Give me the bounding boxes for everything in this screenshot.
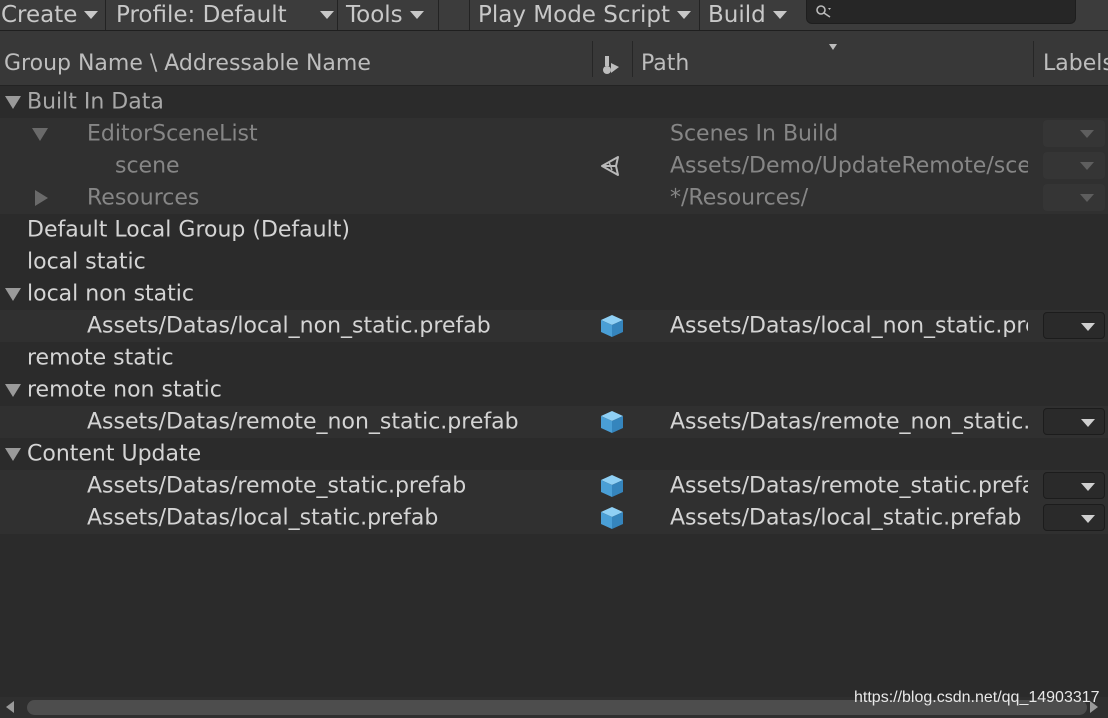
entry-row-remote-non-static-prefab[interactable]: Assets/Datas/remote_non_static.prefab As… <box>0 406 1108 438</box>
play-mode-label: Play Mode Script <box>478 2 670 28</box>
profile-dropdown[interactable]: Profile: Default <box>105 0 337 30</box>
scroll-left-arrow-icon[interactable] <box>6 701 14 713</box>
labels-dropdown[interactable] <box>1043 312 1105 339</box>
chevron-down-icon <box>772 11 787 19</box>
entry-row-editor-scene-list[interactable]: EditorSceneList Scenes In Build <box>0 118 1108 150</box>
entry-name: Assets/Datas/local_static.prefab <box>87 505 439 531</box>
toolbar-spacer <box>438 0 469 30</box>
group-row-local-non-static[interactable]: local non static <box>0 278 1108 310</box>
profile-label: Profile: Default <box>116 2 287 28</box>
column-divider[interactable] <box>1033 41 1034 77</box>
entry-path: Assets/Demo/UpdateRemote/scene.unity <box>670 153 1028 179</box>
chevron-down-icon <box>1081 515 1095 523</box>
create-label: Create <box>1 2 78 28</box>
chevron-down-icon <box>1080 162 1094 170</box>
toolbar: Create Profile: Default Tools Play Mode … <box>0 0 1108 31</box>
create-menu-button[interactable]: Create <box>0 0 104 30</box>
expand-arrow-icon[interactable] <box>5 448 21 461</box>
column-group-name[interactable]: Group Name \ Addressable Name <box>4 51 371 76</box>
column-path[interactable]: Path <box>641 51 689 76</box>
search-icon <box>816 5 831 18</box>
tools-menu-button[interactable]: Tools <box>337 0 438 30</box>
entry-name: scene <box>115 153 180 179</box>
prefab-cube-icon <box>601 411 623 433</box>
entry-name: Assets/Datas/remote_static.prefab <box>87 473 467 499</box>
labels-dropdown <box>1043 152 1105 179</box>
entry-name: Assets/Datas/local_non_static.prefab <box>87 313 491 339</box>
labels-dropdown <box>1043 184 1105 211</box>
group-row-content-update[interactable]: Content Update <box>0 438 1108 470</box>
labels-dropdown[interactable] <box>1043 408 1105 435</box>
group-name: Content Update <box>27 441 202 467</box>
group-row-remote-static[interactable]: remote static <box>0 342 1108 374</box>
column-divider[interactable] <box>592 41 593 77</box>
entry-row-remote-static-prefab[interactable]: Assets/Datas/remote_static.prefab Assets… <box>0 470 1108 502</box>
chevron-down-icon <box>676 11 691 19</box>
build-menu-button[interactable]: Build <box>699 0 795 30</box>
group-name: remote static <box>27 345 174 371</box>
chevron-down-icon <box>1080 194 1094 202</box>
search-field[interactable] <box>806 0 1076 24</box>
group-row-default-local-group[interactable]: Default Local Group (Default) <box>0 214 1108 246</box>
entry-row-scene[interactable]: scene Assets/Demo/UpdateRemote/scene.uni… <box>0 150 1108 182</box>
group-name: local non static <box>27 281 194 307</box>
search-input[interactable] <box>841 0 1075 24</box>
entry-row-local-non-static-prefab[interactable]: Assets/Datas/local_non_static.prefab Ass… <box>0 310 1108 342</box>
entry-name: EditorSceneList <box>87 121 258 147</box>
column-labels-clip: Labels <box>1043 31 1108 85</box>
chevron-down-icon <box>1081 483 1095 491</box>
column-labels[interactable]: Labels <box>1043 51 1108 76</box>
group-name: local static <box>27 249 146 275</box>
labels-dropdown[interactable] <box>1043 504 1105 531</box>
entry-path: */Resources/ <box>670 185 809 211</box>
entry-path: Scenes In Build <box>670 121 839 147</box>
play-mode-script-dropdown[interactable]: Play Mode Script <box>469 0 699 30</box>
chevron-down-icon <box>84 11 99 19</box>
column-header: Group Name \ Addressable Name Path Label… <box>0 31 1108 86</box>
group-row-local-static[interactable]: local static <box>0 246 1108 278</box>
chevron-down-icon <box>1081 323 1095 331</box>
group-row-remote-non-static[interactable]: remote non static <box>0 374 1108 406</box>
entry-name: Assets/Datas/remote_non_static.prefab <box>87 409 519 435</box>
chevron-down-icon <box>1080 130 1094 138</box>
labels-dropdown <box>1043 120 1105 147</box>
chevron-down-icon <box>409 11 424 19</box>
group-name: Default Local Group (Default) <box>27 217 350 243</box>
type-icon[interactable] <box>602 55 622 75</box>
unity-scene-icon <box>601 156 619 176</box>
prefab-cube-icon <box>601 507 623 529</box>
entry-path: Assets/Datas/local_non_static.prefab <box>670 313 1028 339</box>
build-label: Build <box>708 2 766 28</box>
entry-row-resources[interactable]: Resources */Resources/ <box>0 182 1108 214</box>
group-name: Built In Data <box>27 89 164 115</box>
entry-path: Assets/Datas/local_static.prefab <box>670 505 1022 531</box>
group-name: remote non static <box>27 377 222 403</box>
expand-arrow-icon[interactable] <box>5 384 21 397</box>
prefab-cube-icon <box>601 315 623 337</box>
prefab-cube-icon <box>601 475 623 497</box>
entry-row-local-static-prefab[interactable]: Assets/Datas/local_static.prefab Assets/… <box>0 502 1108 534</box>
column-divider[interactable] <box>632 41 633 77</box>
tools-label: Tools <box>346 2 403 28</box>
sort-indicator-icon <box>829 44 837 50</box>
expand-arrow-icon[interactable] <box>5 288 21 301</box>
entry-path: Assets/Datas/remote_static.prefab <box>670 473 1028 499</box>
labels-dropdown[interactable] <box>1043 472 1105 499</box>
entry-name: Resources <box>87 185 200 211</box>
chevron-down-icon <box>1081 419 1095 427</box>
group-row-built-in-data[interactable]: Built In Data <box>0 86 1108 118</box>
expand-arrow-icon[interactable] <box>5 96 21 109</box>
chevron-down-icon <box>319 11 334 19</box>
expand-arrow-icon[interactable] <box>32 128 48 141</box>
entry-path: Assets/Datas/remote_non_static.prefab <box>670 409 1028 435</box>
collapse-arrow-icon[interactable] <box>35 190 48 206</box>
watermark: https://blog.csdn.net/qq_14903317 <box>854 689 1100 706</box>
